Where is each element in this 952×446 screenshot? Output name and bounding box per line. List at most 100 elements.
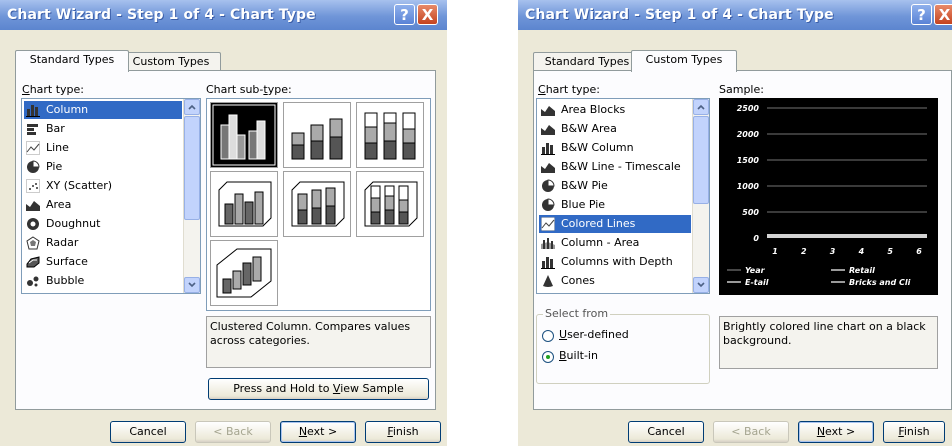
chart-type-item-label: Line (46, 141, 69, 154)
chart-type-item-label: Doughnut (46, 217, 101, 230)
help-button[interactable]: ? (911, 4, 932, 25)
legend-label: Bricks and Cli (849, 278, 911, 287)
tab-label: Standard Types (544, 55, 630, 68)
chart-type-item[interactable]: Radar (24, 234, 182, 252)
subtype-3d-clustered-column[interactable] (210, 171, 278, 237)
close-button[interactable]: X (934, 4, 952, 25)
subtype-3d-column[interactable] (210, 240, 278, 306)
column-icon (26, 103, 40, 117)
user-defined-radio[interactable] (542, 330, 554, 342)
subtype-description: Clustered Column. Compares values across… (206, 316, 431, 368)
chart-type-item[interactable]: B&W Line - Timescale (539, 158, 691, 176)
built-in-radio[interactable] (542, 351, 554, 363)
chart-type-item[interactable]: Surface (24, 253, 182, 271)
chart-type-label: Chart type: (22, 83, 85, 96)
bubble-icon (26, 274, 40, 288)
chart-type-item[interactable]: Cones (539, 272, 691, 290)
scroll-thumb[interactable] (184, 116, 200, 220)
chart-type-item[interactable]: Pie (24, 158, 182, 176)
subtype-3d-100-stacked-column[interactable] (356, 171, 424, 237)
radar-icon (26, 236, 40, 250)
scroll-up-button[interactable] (693, 99, 709, 115)
chart-type-item[interactable]: Blue Pie (539, 196, 691, 214)
subtype-clustered-column[interactable] (210, 102, 278, 168)
chart-description: Brightly colored line chart on a black b… (719, 316, 938, 369)
scroll-down-button[interactable] (693, 277, 709, 293)
area-icon (26, 198, 40, 212)
custom-types-panel: Chart type: Sample: Area Blocks B&W Area B… (533, 70, 952, 410)
finish-button[interactable]: Finish (365, 421, 441, 443)
chart-type-item[interactable]: B&W Pie (539, 177, 691, 195)
area-icon (541, 103, 555, 117)
tab-custom-types[interactable]: Custom Types (121, 52, 221, 71)
tab-label: Custom Types (132, 55, 210, 68)
custom-chart-type-list[interactable]: Area Blocks B&W Area B&W Column B&W Line - … (536, 98, 710, 294)
chart-type-item[interactable]: Columns with Depth (539, 253, 691, 271)
back-button[interactable]: < Back (713, 421, 789, 443)
chart-type-item[interactable]: Bar (24, 120, 182, 138)
subtype-3d-stacked-column[interactable] (283, 171, 351, 237)
built-in-label[interactable]: Built-in (559, 349, 598, 362)
chart-type-item[interactable]: XY (Scatter) (24, 177, 182, 195)
cancel-button[interactable]: Cancel (110, 421, 186, 443)
chart-type-item[interactable]: Area (24, 196, 182, 214)
scroll-thumb[interactable] (693, 116, 709, 204)
user-defined-label[interactable]: User-defined (559, 328, 629, 341)
chart-type-item[interactable]: Column (24, 101, 182, 119)
chart-type-item-label: Colored Lines (561, 217, 636, 230)
chart-type-item[interactable]: Bubble (24, 272, 182, 290)
help-button[interactable]: ? (394, 4, 415, 25)
x-tick-label: 2 (801, 247, 807, 256)
tab-standard-types[interactable]: Standard Types (15, 50, 129, 72)
chart-type-item[interactable]: Colored Lines (539, 215, 691, 233)
chart-type-item[interactable]: Area Blocks (539, 101, 691, 119)
scroll-down-button[interactable] (184, 277, 200, 293)
chart-type-item-label: Pie (46, 160, 63, 173)
chart-type-scrollbar[interactable] (183, 99, 200, 293)
chart-type-item[interactable]: Column - Area (539, 234, 691, 252)
chart-type-item-label: Columns with Depth (561, 255, 673, 268)
chart-type-item-label: B&W Column (561, 141, 634, 154)
pie-icon (26, 160, 40, 174)
finish-button[interactable]: Finish (883, 421, 945, 443)
subtype-100-stacked-column[interactable] (356, 102, 424, 168)
x-tick-label: 6 (916, 247, 922, 256)
pie-icon (541, 198, 555, 212)
pie-icon (541, 179, 555, 193)
tab-custom-types[interactable]: Custom Types (631, 50, 737, 72)
chart-type-item[interactable]: Line (24, 139, 182, 157)
close-button[interactable]: X (417, 4, 438, 25)
chart-type-scrollbar[interactable] (692, 99, 709, 293)
line-icon (541, 217, 555, 231)
view-sample-button[interactable]: Press and Hold to View Sample (208, 378, 429, 400)
chart-type-item-label: Column (46, 103, 89, 116)
surface-icon (26, 255, 40, 269)
next-button[interactable]: Next > (798, 421, 874, 443)
chart-type-item-label: Radar (46, 236, 79, 249)
title-bar[interactable]: Chart Wizard - Step 1 of 4 - Chart Type … (518, 0, 952, 30)
next-button[interactable]: Next > (280, 421, 356, 443)
chart-subtype-label: Chart sub-type: (206, 83, 292, 96)
y-tick-label: 2500 (737, 104, 760, 113)
scatter-icon (26, 179, 40, 193)
chart-type-item[interactable]: Doughnut (24, 215, 182, 233)
chart-type-item-label: Cones (561, 274, 595, 287)
scroll-up-button[interactable] (184, 99, 200, 115)
chart-type-item[interactable]: B&W Area (539, 120, 691, 138)
select-from-label: Select from (543, 307, 611, 320)
chart-type-item-label: B&W Pie (561, 179, 608, 192)
chart-type-item-label: Bar (46, 122, 65, 135)
subtype-stacked-column[interactable] (283, 102, 351, 168)
chart-type-item-label: Area Blocks (561, 103, 626, 116)
chart-type-list[interactable]: Column Bar Line Pie XY (Scatter) Area Doughnut… (21, 98, 201, 294)
area-icon (541, 160, 555, 174)
chart-type-item-label: Column - Area (561, 236, 640, 249)
tab-label: Custom Types (645, 53, 723, 66)
y-tick-label: 500 (742, 208, 759, 217)
title-bar[interactable]: Chart Wizard - Step 1 of 4 - Chart Type … (0, 0, 447, 30)
column-area-icon (541, 236, 555, 250)
cancel-button[interactable]: Cancel (628, 421, 704, 443)
back-button[interactable]: < Back (195, 421, 271, 443)
tab-standard-types[interactable]: Standard Types (533, 52, 641, 71)
chart-type-item[interactable]: B&W Column (539, 139, 691, 157)
